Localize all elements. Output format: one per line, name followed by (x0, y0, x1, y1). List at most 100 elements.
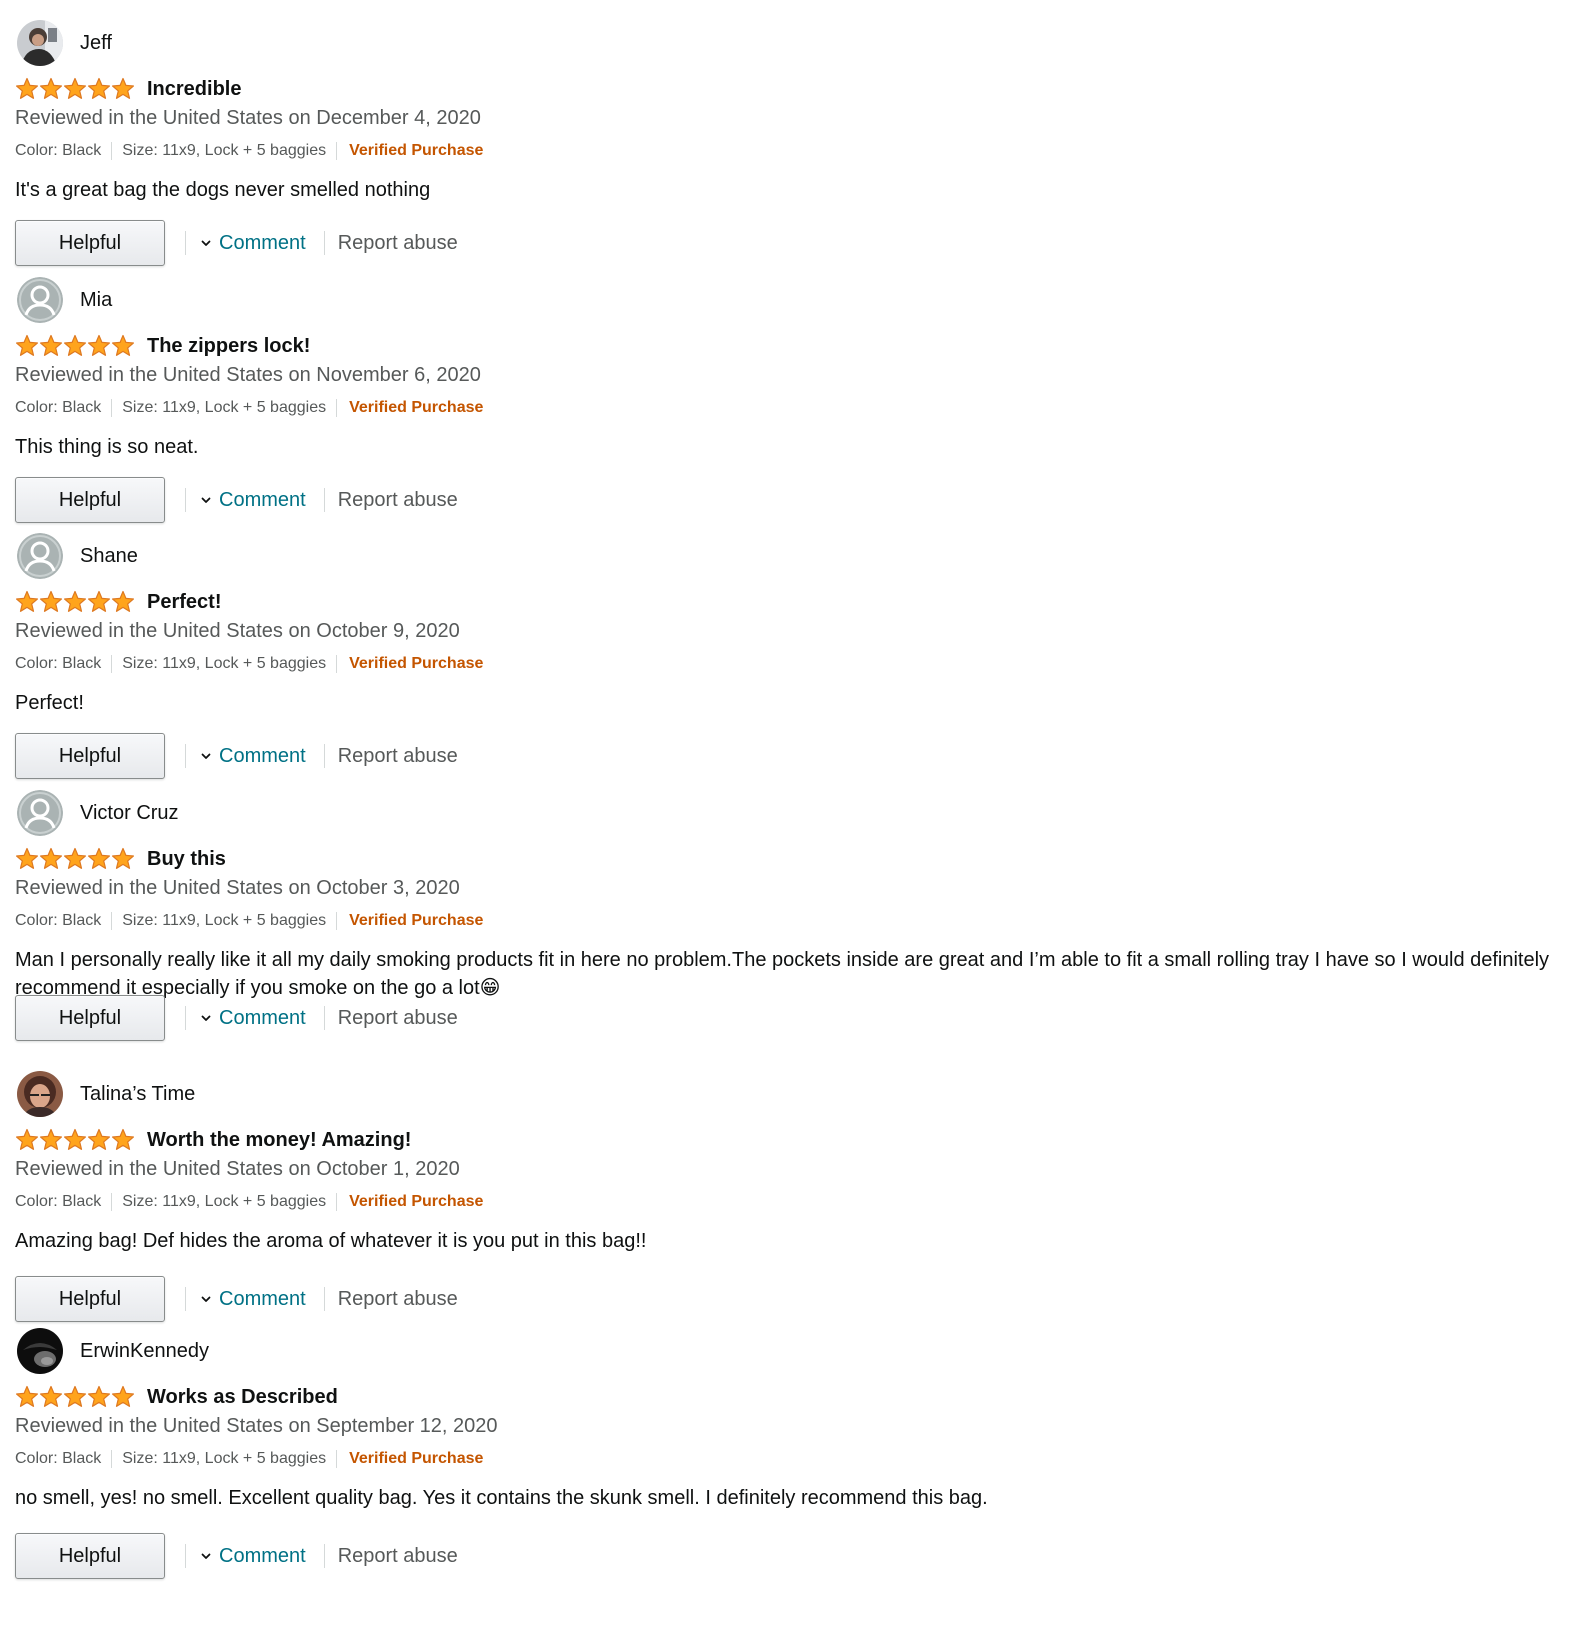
comment-link[interactable]: Comment (200, 1288, 306, 1311)
star-icon (88, 1385, 110, 1407)
comment-link[interactable]: Comment (200, 1545, 306, 1568)
review-date: Reviewed in the United States on October… (15, 877, 460, 899)
helpful-button[interactable]: Helpful (15, 733, 165, 779)
avatar[interactable] (17, 20, 63, 66)
star-rating[interactable] (15, 1128, 135, 1152)
review-date: Reviewed in the United States on Septemb… (15, 1415, 498, 1437)
chevron-down-icon (201, 1015, 211, 1021)
review-body: Amazing bag! Def hides the aroma of what… (15, 1230, 647, 1252)
star-icon (40, 1385, 62, 1407)
star-icon (40, 847, 62, 869)
comment-link[interactable]: Comment (200, 489, 306, 512)
verified-purchase-badge: Verified Purchase (336, 655, 483, 673)
reviewer-name[interactable]: Victor Cruz (80, 802, 179, 825)
review-actions: Helpful Comment Report abuse (15, 731, 458, 781)
review: Talina’s Time Worth the money! Amazing! Re… (15, 1071, 1565, 1324)
star-icon (112, 1128, 134, 1150)
reviewer-profile[interactable]: Talina’s Time (17, 1071, 195, 1117)
reviewer-profile[interactable]: Shane (17, 533, 138, 579)
reviews-list: Jeff Incredible Reviewed in the United Sta… (0, 0, 1578, 1650)
star-rating[interactable] (15, 847, 135, 871)
star-rating[interactable] (15, 590, 135, 614)
review-title[interactable]: Works as Described (147, 1386, 338, 1409)
star-icon (16, 847, 38, 869)
helpful-button[interactable]: Helpful (15, 1276, 165, 1322)
helpful-button[interactable]: Helpful (15, 220, 165, 266)
helpful-button[interactable]: Helpful (15, 995, 165, 1041)
product-format: Color: Black Size: 11x9, Lock + 5 baggies… (15, 1190, 483, 1214)
rating-row: Buy this (15, 846, 226, 872)
review-title[interactable]: Perfect! (147, 591, 221, 614)
avatar[interactable] (17, 1328, 63, 1374)
reviewer-name[interactable]: Mia (80, 289, 112, 312)
format-size[interactable]: Size: 11x9, Lock + 5 baggies (111, 1450, 336, 1468)
report-abuse-link[interactable]: Report abuse (338, 232, 458, 255)
report-abuse-link[interactable]: Report abuse (338, 1007, 458, 1030)
reviewer-profile[interactable]: Jeff (17, 20, 112, 66)
star-icon (63, 334, 86, 356)
divider (323, 744, 325, 768)
review-date: Reviewed in the United States on October… (15, 620, 460, 642)
review-actions: Helpful Comment Report abuse (15, 1274, 458, 1324)
format-color[interactable]: Color: Black (15, 1193, 111, 1211)
review-actions: Helpful Comment Report abuse (15, 1531, 458, 1581)
review: ErwinKennedy Works as Described Reviewed i… (15, 1328, 1565, 1581)
format-size[interactable]: Size: 11x9, Lock + 5 baggies (111, 912, 336, 930)
chevron-down-icon (201, 753, 211, 759)
avatar[interactable] (17, 533, 63, 579)
product-format: Color: Black Size: 11x9, Lock + 5 baggies… (15, 139, 483, 163)
reviewer-name[interactable]: ErwinKennedy (80, 1340, 209, 1363)
comment-label: Comment (219, 744, 306, 767)
report-abuse-link[interactable]: Report abuse (338, 1288, 458, 1311)
divider (185, 1544, 186, 1568)
reviewer-profile[interactable]: Mia (17, 277, 112, 323)
star-icon (40, 334, 62, 356)
avatar[interactable] (17, 790, 63, 836)
helpful-button[interactable]: Helpful (15, 1533, 165, 1579)
reviewer-profile[interactable]: ErwinKennedy (17, 1328, 209, 1374)
comment-link[interactable]: Comment (200, 745, 306, 768)
avatar[interactable] (17, 277, 63, 323)
format-color[interactable]: Color: Black (15, 399, 111, 417)
review: Victor Cruz Buy this Reviewed in the Unite… (15, 790, 1565, 1043)
format-color[interactable]: Color: Black (15, 1450, 111, 1468)
rating-row: The zippers lock! (15, 333, 310, 359)
avatar[interactable] (17, 1071, 63, 1117)
review-title[interactable]: Incredible (147, 78, 241, 101)
rating-row: Works as Described (15, 1384, 338, 1410)
comment-label: Comment (219, 231, 306, 254)
comment-link[interactable]: Comment (200, 1007, 306, 1030)
report-abuse-link[interactable]: Report abuse (338, 1545, 458, 1568)
comment-link[interactable]: Comment (200, 232, 306, 255)
review-title[interactable]: Buy this (147, 848, 226, 871)
star-icon (112, 590, 134, 612)
review-actions: Helpful Comment Report abuse (15, 475, 458, 525)
divider (185, 744, 186, 768)
format-size[interactable]: Size: 11x9, Lock + 5 baggies (111, 399, 336, 417)
star-icon (112, 334, 134, 356)
star-icon (16, 77, 38, 99)
format-color[interactable]: Color: Black (15, 912, 111, 930)
divider (185, 1287, 186, 1311)
format-size[interactable]: Size: 11x9, Lock + 5 baggies (111, 142, 336, 160)
format-color[interactable]: Color: Black (15, 655, 111, 673)
star-rating[interactable] (15, 77, 135, 101)
report-abuse-link[interactable]: Report abuse (338, 489, 458, 512)
reviewer-name[interactable]: Jeff (80, 32, 112, 55)
star-icon (63, 590, 86, 612)
star-icon (88, 590, 110, 612)
format-size[interactable]: Size: 11x9, Lock + 5 baggies (111, 655, 336, 673)
reviewer-profile[interactable]: Victor Cruz (17, 790, 179, 836)
report-abuse-link[interactable]: Report abuse (338, 745, 458, 768)
star-rating[interactable] (15, 1385, 135, 1409)
review-title[interactable]: The zippers lock! (147, 335, 310, 358)
reviewer-name[interactable]: Shane (80, 545, 138, 568)
reviewer-name[interactable]: Talina’s Time (80, 1083, 195, 1106)
chevron-down-icon (201, 1296, 211, 1302)
verified-purchase-badge: Verified Purchase (336, 912, 483, 930)
format-color[interactable]: Color: Black (15, 142, 111, 160)
review-title[interactable]: Worth the money! Amazing! (147, 1129, 411, 1152)
helpful-button[interactable]: Helpful (15, 477, 165, 523)
star-rating[interactable] (15, 334, 135, 358)
format-size[interactable]: Size: 11x9, Lock + 5 baggies (111, 1193, 336, 1211)
